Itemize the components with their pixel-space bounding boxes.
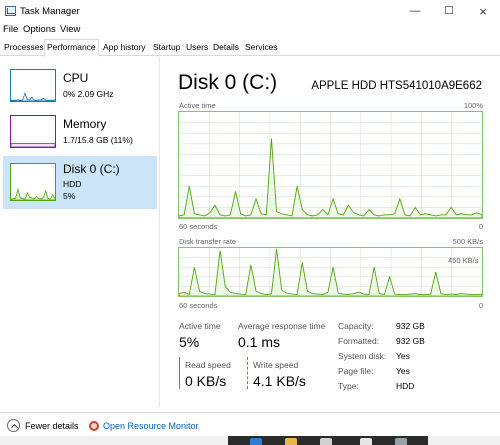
write-speed-indicator	[247, 357, 248, 389]
sidebar-cpu-usage: 0% 2.09 GHz	[63, 89, 114, 99]
stat-read-speed-label: Read speed	[185, 360, 231, 370]
task-manager-taskbar-icon[interactable]	[395, 438, 407, 445]
menu-view[interactable]: View	[60, 24, 80, 35]
stat-read-speed-value: 0 KB/s	[185, 373, 227, 389]
active-time-caption: Active time	[179, 101, 216, 110]
sidebar-item-memory[interactable]: Memory 1.7/15.8 GB (11%)	[3, 111, 157, 158]
minimize-button[interactable]: —	[398, 0, 432, 23]
window-title: Task Manager	[20, 6, 80, 17]
transfer-rate-caption: Disk transfer rate	[179, 237, 237, 246]
title-bar: Task Manager — ☐ ×	[0, 0, 500, 23]
sidebar-item-cpu[interactable]: CPU 0% 2.09 GHz	[3, 65, 157, 112]
stat-write-speed-value: 4.1 KB/s	[253, 373, 306, 389]
maximize-button[interactable]: ☐	[432, 0, 466, 23]
footer-divider	[0, 412, 500, 413]
prop-type-value: HDD	[396, 381, 415, 391]
tab-details[interactable]: Details	[211, 40, 241, 56]
active-time-graph	[178, 111, 483, 219]
fewer-details-link[interactable]: Fewer details	[25, 421, 79, 431]
stat-active-time-value: 5%	[179, 334, 200, 350]
transfer-rate-x-min: 0	[478, 301, 483, 310]
close-icon: ×	[479, 4, 487, 19]
prop-type-key: Type:	[338, 381, 359, 391]
prop-system-disk-value: Yes	[396, 351, 410, 361]
disk-model: APPLE HDD HTS541010A9E662	[311, 80, 482, 92]
edge-taskbar-icon[interactable]	[250, 438, 262, 445]
open-resource-monitor-link[interactable]: Open Resource Monitor	[103, 421, 199, 431]
sidebar-item-disk[interactable]: Disk 0 (C:) HDD 5%	[3, 156, 157, 209]
active-time-max-label: 100%	[463, 101, 483, 110]
cpu-thumbnail-graph	[10, 69, 56, 102]
prop-system-disk-key: System disk:	[338, 351, 387, 361]
stat-write-speed-label: Write speed	[253, 360, 299, 370]
sidebar-memory-name: Memory	[63, 117, 107, 131]
stat-avg-response-value: 0.1 ms	[238, 334, 281, 350]
sidebar-disk-usage: 5%	[63, 191, 76, 201]
sidebar-cpu-name: CPU	[63, 71, 89, 85]
close-button[interactable]: ×	[466, 0, 500, 23]
minimize-icon: —	[409, 5, 421, 17]
transfer-rate-secondary-label: 450 KB/s	[448, 256, 479, 265]
menu-bar: File Options View	[0, 23, 500, 37]
maximize-icon: ☐	[444, 5, 454, 17]
tab-users[interactable]: Users	[184, 40, 210, 56]
prop-formatted-value: 932 GB	[396, 336, 425, 346]
folder-taskbar-icon[interactable]	[285, 438, 297, 445]
menu-file[interactable]: File	[3, 24, 18, 35]
stat-avg-response-label: Average response time	[238, 321, 326, 331]
tab-strip: Processes Performance App history Startu…	[0, 38, 500, 57]
mail-taskbar-icon[interactable]	[360, 438, 372, 445]
transfer-rate-max-label: 500 KB/s	[452, 237, 483, 246]
tab-startup[interactable]: Startup	[151, 40, 182, 56]
task-manager-icon	[5, 6, 16, 16]
prop-capacity-key: Capacity:	[338, 321, 374, 331]
resource-monitor-icon	[89, 421, 99, 431]
sidebar-memory-usage: 1.7/15.8 GB (11%)	[63, 135, 133, 145]
tab-performance[interactable]: Performance	[44, 39, 99, 57]
prop-page-file-key: Page file:	[338, 366, 374, 376]
transfer-rate-graph	[178, 247, 483, 297]
prop-formatted-key: Formatted:	[338, 336, 380, 346]
transfer-rate-x-label: 60 seconds	[179, 301, 218, 310]
active-time-x-min: 0	[478, 222, 483, 231]
active-time-x-label: 60 seconds	[179, 222, 218, 231]
chevron-up-icon[interactable]	[7, 419, 20, 432]
tab-services[interactable]: Services	[243, 40, 280, 56]
tab-processes[interactable]: Processes	[2, 40, 46, 56]
stat-active-time-label: Active time	[179, 321, 221, 331]
prop-capacity-value: 932 GB	[396, 321, 425, 331]
resource-sidebar: CPU 0% 2.09 GHz Memory 1.7/15.8 GB (11%)…	[0, 57, 160, 407]
disk-thumbnail-graph	[10, 163, 56, 201]
sidebar-disk-name: Disk 0 (C:)	[63, 162, 120, 176]
page-title: Disk 0 (C:)	[178, 71, 278, 94]
read-speed-indicator	[179, 357, 180, 389]
memory-thumbnail-graph	[10, 115, 56, 148]
sidebar-disk-type: HDD	[63, 179, 82, 189]
menu-options[interactable]: Options	[23, 24, 56, 35]
prop-page-file-value: Yes	[396, 366, 410, 376]
store-taskbar-icon[interactable]	[320, 438, 332, 445]
tab-app-history[interactable]: App history	[101, 40, 148, 56]
